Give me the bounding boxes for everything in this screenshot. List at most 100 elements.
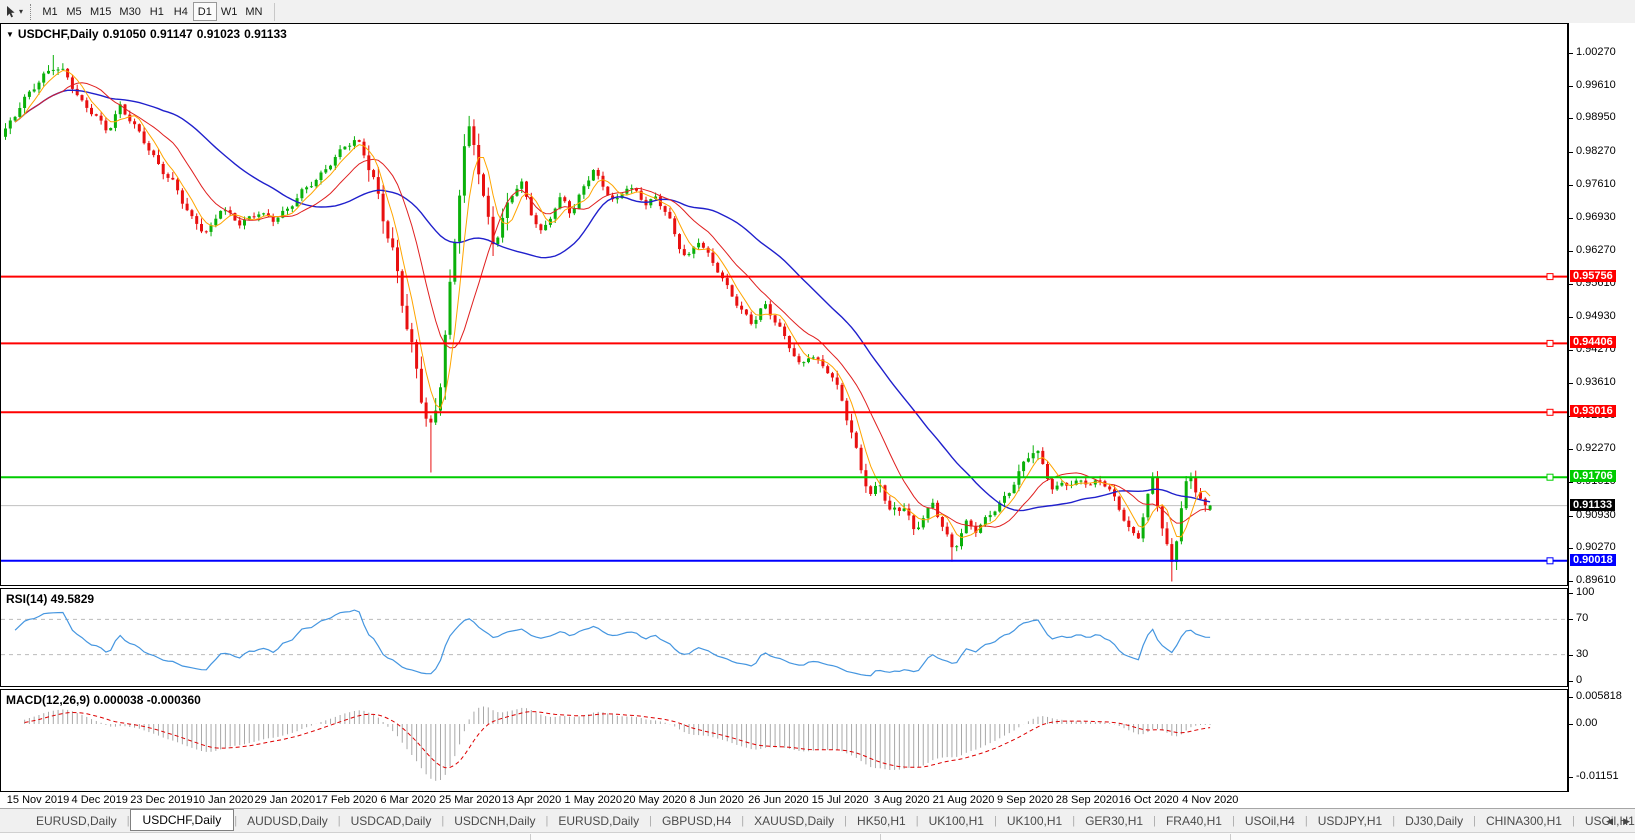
- hline-price-label[interactable]: 0.95756: [1570, 270, 1616, 282]
- axis-tick-mark: [1569, 516, 1573, 517]
- axis-tick-mark: [1569, 383, 1573, 384]
- price-axis[interactable]: 1.002700.996100.989500.982700.976100.969…: [1568, 23, 1635, 792]
- timeframe-button-MN[interactable]: MN: [241, 2, 266, 21]
- rsi-pane[interactable]: RSI(14) 49.5829: [0, 588, 1568, 687]
- macd-tick: 0.00: [1576, 717, 1597, 729]
- date-label: 29 Jan 2020: [255, 794, 316, 806]
- axis-tick-mark: [1569, 777, 1573, 778]
- price-tick: 0.92270: [1576, 442, 1616, 454]
- chart-tab-hk50-h1[interactable]: HK50,H1: [847, 812, 916, 830]
- hline-price-label[interactable]: 0.90018: [1570, 554, 1616, 566]
- timeframe-button-M5[interactable]: M5: [62, 2, 86, 21]
- status-bar-divider: [1230, 834, 1231, 840]
- timeframe-buttons: M1M5M15M30H1H4D1W1MN: [38, 2, 266, 21]
- current-price-label: 0.91133: [1570, 499, 1615, 511]
- chart-tab-usdchf-daily[interactable]: USDCHF,Daily: [130, 809, 235, 831]
- macd-tick: -0.01151: [1576, 770, 1619, 782]
- rsi-tick: 70: [1576, 612, 1588, 624]
- axis-tick-mark: [1569, 53, 1573, 54]
- toolbar: ▾ M1M5M15M30H1H4D1W1MN: [0, 0, 1635, 23]
- rsi-tick: 0: [1576, 674, 1582, 686]
- chart-tab-uk100-h1[interactable]: UK100,H1: [919, 812, 994, 830]
- price-tick: 0.90270: [1576, 541, 1616, 553]
- axis-tick-mark: [1569, 655, 1573, 656]
- axis-tick-mark: [1569, 86, 1573, 87]
- macd-label: MACD(12,26,9) 0.000038 -0.000360: [6, 693, 201, 707]
- rsi-canvas[interactable]: [1, 589, 1567, 686]
- chart-tab-uk100-h1[interactable]: UK100,H1: [997, 812, 1072, 830]
- date-label: 3 Aug 2020: [874, 794, 930, 806]
- chart-tab-xauusd-daily[interactable]: XAUUSD,Daily: [744, 812, 844, 830]
- axis-tick-mark: [1569, 218, 1573, 219]
- axis-tick-mark: [1569, 317, 1573, 318]
- axis-tick-mark: [1569, 251, 1573, 252]
- axis-tick-mark: [1569, 185, 1573, 186]
- chart-tab-china300-h1[interactable]: CHINA300,H1: [1476, 812, 1572, 830]
- chart-tab-eurusd-daily[interactable]: EURUSD,Daily: [26, 812, 127, 830]
- ohlc-low: 0.91023: [197, 27, 240, 41]
- axis-tick-mark: [1569, 697, 1573, 698]
- timeframe-button-H1[interactable]: H1: [145, 2, 169, 21]
- date-label: 15 Jul 2020: [812, 794, 869, 806]
- chart-symbol-title: USDCHF,Daily: [18, 27, 99, 41]
- tab-scroll-right-icon[interactable]: ▶: [1623, 816, 1630, 827]
- ohlc-close: 0.91133: [244, 27, 287, 41]
- chart-tab-audusd-daily[interactable]: AUDUSD,Daily: [237, 812, 338, 830]
- timeframe-button-M15[interactable]: M15: [86, 2, 115, 21]
- timeframe-button-M30[interactable]: M30: [115, 2, 144, 21]
- timeframe-button-H4[interactable]: H4: [169, 2, 193, 21]
- chart-tab-gbpusd-h4[interactable]: GBPUSD,H4: [652, 812, 741, 830]
- status-bar-divider: [530, 834, 531, 840]
- chart-tab-usdcnh-daily[interactable]: USDCNH,Daily: [444, 812, 545, 830]
- price-tick: 0.96270: [1576, 244, 1616, 256]
- timeframe-button-M1[interactable]: M1: [38, 2, 62, 21]
- status-bar-divider: [880, 834, 881, 840]
- ohlc-open: 0.91050: [103, 27, 146, 41]
- tab-scroll-left-icon[interactable]: ◀: [1606, 816, 1613, 827]
- rsi-tick: 100: [1576, 586, 1594, 598]
- macd-pane[interactable]: MACD(12,26,9) 0.000038 -0.000360: [0, 689, 1568, 792]
- date-label: 17 Feb 2020: [316, 794, 378, 806]
- timeframe-button-W1[interactable]: W1: [217, 2, 242, 21]
- date-axis[interactable]: 15 Nov 20194 Dec 201923 Dec 201910 Jan 2…: [0, 792, 1568, 808]
- rsi-label: RSI(14) 49.5829: [6, 592, 94, 606]
- timeframe-button-D1[interactable]: D1: [193, 2, 217, 21]
- date-label: 25 Mar 2020: [439, 794, 501, 806]
- date-label: 23 Dec 2019: [130, 794, 192, 806]
- axis-tick-mark: [1569, 284, 1573, 285]
- main-chart-pane[interactable]: ▼ USDCHF,Daily 0.91050 0.91147 0.91023 0.9113…: [0, 23, 1568, 586]
- axis-tick-mark: [1569, 581, 1573, 582]
- macd-canvas[interactable]: [1, 690, 1567, 791]
- hline-price-label[interactable]: 0.91706: [1570, 470, 1616, 482]
- chart-tab-eurusd-daily[interactable]: EURUSD,Daily: [548, 812, 649, 830]
- price-tick: 0.98270: [1576, 145, 1616, 157]
- axis-tick-mark: [1569, 548, 1573, 549]
- axis-tick-mark: [1569, 619, 1573, 620]
- date-label: 4 Nov 2020: [1182, 794, 1238, 806]
- ohlc-high: 0.91147: [150, 27, 193, 41]
- axis-tick-mark: [1569, 118, 1573, 119]
- candlestick-canvas[interactable]: [1, 24, 1567, 585]
- price-tick: 0.99610: [1576, 79, 1616, 91]
- hline-price-label[interactable]: 0.93016: [1570, 405, 1616, 417]
- chart-tab-usoil-h4[interactable]: USOil,H4: [1235, 812, 1305, 830]
- chart-tab-dj30-daily[interactable]: DJ30,Daily: [1395, 812, 1473, 830]
- date-label: 20 May 2020: [623, 794, 687, 806]
- dropdown-caret-icon[interactable]: ▾: [19, 7, 23, 16]
- price-tick: 0.96930: [1576, 211, 1616, 223]
- date-label: 13 Apr 2020: [502, 794, 561, 806]
- axis-tick-mark: [1569, 350, 1573, 351]
- chart-tab-fra40-h1[interactable]: FRA40,H1: [1156, 812, 1232, 830]
- chart-tab-ger30-h1[interactable]: GER30,H1: [1075, 812, 1153, 830]
- date-label: 21 Aug 2020: [933, 794, 995, 806]
- chart-tab-usdcad-daily[interactable]: USDCAD,Daily: [341, 812, 442, 830]
- axis-tick-mark: [1569, 152, 1573, 153]
- hline-price-label[interactable]: 0.94406: [1570, 336, 1616, 348]
- price-tick: 0.98950: [1576, 111, 1616, 123]
- date-label: 15 Nov 2019: [7, 794, 69, 806]
- axis-tick-mark: [1569, 681, 1573, 682]
- axis-tick-mark: [1569, 724, 1573, 725]
- chart-collapse-icon[interactable]: ▼: [6, 30, 14, 39]
- cursor-tool-icon[interactable]: [4, 5, 18, 19]
- chart-tab-usdjpy-h1[interactable]: USDJPY,H1: [1308, 812, 1392, 830]
